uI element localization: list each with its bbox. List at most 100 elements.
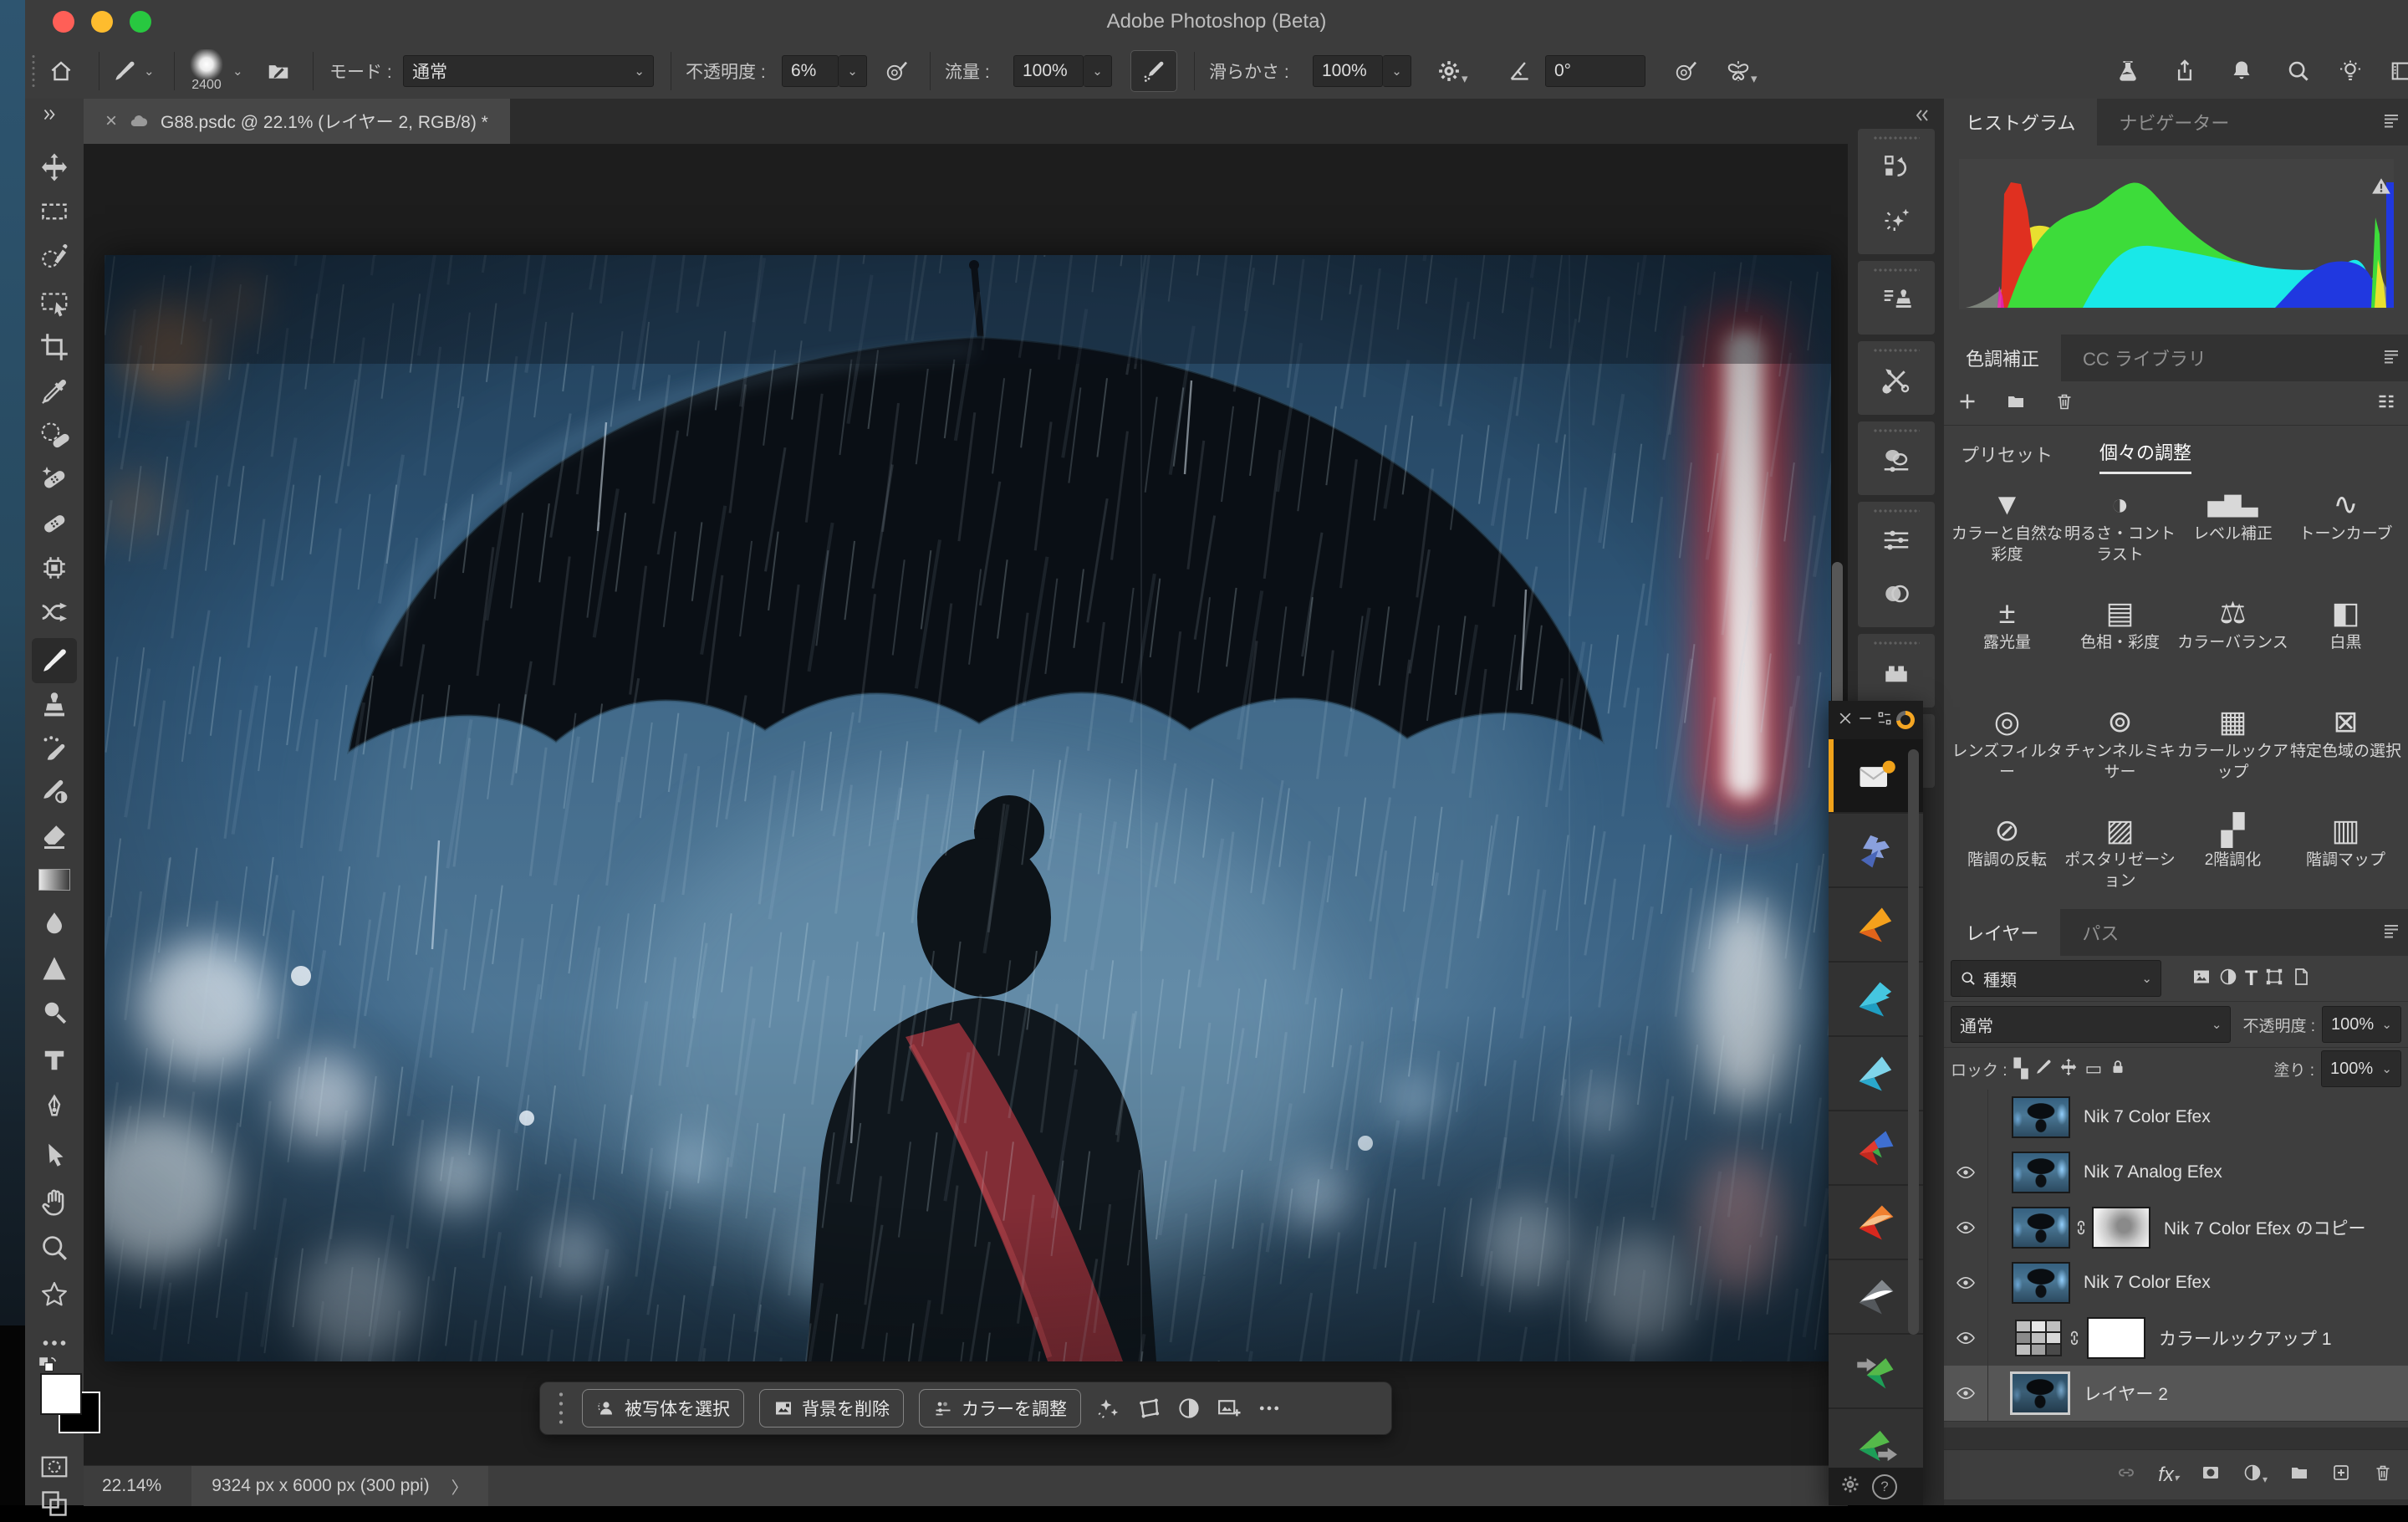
type-tool[interactable] [36, 1042, 73, 1079]
layer-thumbnail[interactable] [2012, 1207, 2070, 1249]
airbrush-toggle-button[interactable] [1130, 50, 1177, 92]
plugins-panel-icon[interactable] [1881, 646, 1911, 699]
layer-thumbnail[interactable] [2012, 1152, 2070, 1193]
tool-presets-panel-icon[interactable] [1881, 353, 1911, 406]
adj-threshold-button[interactable]: ▞2階調化 [2177, 810, 2288, 871]
blur-tool[interactable] [36, 906, 73, 942]
adj-hue-saturation-button[interactable]: ▤色相・彩度 [2064, 593, 2176, 654]
status-chevron-icon[interactable]: 〉 [452, 1474, 468, 1499]
document-canvas-image[interactable] [105, 255, 1831, 1361]
move-tool[interactable] [36, 149, 73, 186]
select-subject-button[interactable]: 被写体を選択 [582, 1389, 744, 1428]
nik-panel-scrollbar[interactable] [1908, 749, 1919, 1335]
layer-row-nik7-color-efex-copy[interactable]: Nik 7 Color Efex のコピー [1944, 1200, 2408, 1256]
filter-smart-object-icon[interactable] [2291, 967, 2311, 991]
add-adjustment-icon[interactable] [1957, 391, 1977, 416]
subtab-single-adjustments[interactable]: 個々の調整 [2099, 438, 2191, 474]
more-options-button[interactable] [1257, 1396, 1282, 1421]
quick-mask-button[interactable] [36, 1448, 73, 1485]
layer-blend-mode-select[interactable]: 通常⌄ [1951, 1006, 2231, 1043]
close-icon[interactable] [1837, 710, 1854, 731]
panel-menu-icon[interactable] [2381, 921, 2401, 945]
adj-posterize-button[interactable]: ▨ポスタリゼーション [2064, 810, 2176, 891]
add-image-button[interactable] [1217, 1396, 1242, 1421]
layer-row-nik7-color-efex-top[interactable]: Nik 7 Color Efex [1944, 1090, 2408, 1146]
layer-thumbnail[interactable] [2012, 1262, 2070, 1304]
generative-sparkles-button[interactable] [1096, 1396, 1121, 1421]
layer-name[interactable]: Nik 7 Color Efex のコピー [2164, 1215, 2366, 1240]
flow-input[interactable]: 100% [1013, 55, 1084, 87]
mask-link-icon[interactable] [2065, 1329, 2084, 1347]
pressure-opacity-button[interactable] [885, 43, 910, 99]
list-view-icon[interactable] [2376, 391, 2396, 416]
link-layers-icon[interactable] [2116, 1463, 2136, 1487]
remove-tool[interactable] [36, 416, 73, 453]
search-button[interactable] [2286, 43, 2311, 99]
lock-transparency-icon[interactable]: ▚ [2014, 1058, 2028, 1080]
brush-angle-input[interactable]: 0° [1545, 55, 1645, 87]
minimize-icon[interactable] [1857, 710, 1874, 731]
filter-image-layers-icon[interactable] [2191, 967, 2212, 991]
eyedropper-tool[interactable] [36, 373, 73, 410]
lock-position-icon[interactable] [2059, 1058, 2078, 1080]
layer-filter-select[interactable]: 種類 ⌄ [1951, 960, 2161, 997]
opacity-dropdown-button[interactable]: ⌄ [839, 55, 867, 87]
smoothing-dropdown-button[interactable]: ⌄ [1383, 55, 1411, 87]
new-adjustment-layer-icon[interactable]: ▾ [2242, 1463, 2268, 1487]
color-lookup-layer-icon[interactable] [2015, 1320, 2062, 1356]
new-layer-icon[interactable] [2331, 1463, 2351, 1487]
blend-mode-select[interactable]: 通常⌄ [403, 55, 654, 87]
toolbar-expand-icon[interactable] [40, 105, 59, 128]
lock-pixels-icon[interactable] [2034, 1058, 2053, 1080]
tab-cc-libraries[interactable]: CC ライブラリ [2061, 335, 2228, 381]
layer-styles-icon[interactable]: fx▾ [2158, 1463, 2179, 1487]
visibility-toggle-empty[interactable] [1944, 1090, 1988, 1145]
layer-mask-thumbnail[interactable] [2087, 1317, 2145, 1359]
tab-paths[interactable]: パス [2060, 909, 2140, 956]
flow-dropdown-button[interactable]: ⌄ [1084, 55, 1112, 87]
document-tab[interactable]: × G88.psdc @ 22.1% (レイヤー 2, RGB/8) * [84, 99, 510, 144]
adj-curves-button[interactable]: ∿トーンカーブ [2290, 484, 2401, 545]
layer-thumbnail[interactable] [2012, 1096, 2070, 1138]
eraser-tool[interactable] [36, 818, 73, 855]
adjustment-brush-tool[interactable] [36, 549, 73, 586]
new-group-folder-icon[interactable] [2006, 391, 2026, 416]
close-tab-icon[interactable]: × [105, 110, 117, 133]
adj-levels-button[interactable]: ▅▇▃レベル補正 [2177, 484, 2288, 545]
adj-selective-color-button[interactable]: ⊠特定色域の選択 [2290, 702, 2401, 763]
visibility-toggle[interactable] [1944, 1366, 1988, 1421]
adj-color-lookup-button[interactable]: ▦カラールックアップ [2177, 702, 2288, 783]
opacity-input[interactable]: 6% [782, 55, 839, 87]
delete-adjustment-icon[interactable] [2054, 391, 2074, 416]
layer-row-nik7-analog-efex[interactable]: Nik 7 Analog Efex [1944, 1145, 2408, 1201]
adj-exposure-button[interactable]: ±露光量 [1951, 593, 2063, 654]
adjust-color-button[interactable]: カラーを調整 [919, 1389, 1081, 1428]
smoothing-options-button[interactable]: ▾ [1436, 43, 1468, 99]
history-panel-icon[interactable] [1881, 140, 1911, 194]
adj-invert-button[interactable]: ⊘階調の反転 [1951, 810, 2063, 871]
remove-background-button[interactable]: 背景を削除 [759, 1389, 904, 1428]
adj-brightness-contrast-button[interactable]: ◑明るさ・コントラスト [2064, 484, 2176, 565]
layer-fill-input[interactable]: 100%⌄ [2321, 1050, 2401, 1087]
selection-brush-tool[interactable] [36, 237, 73, 274]
tab-layers[interactable]: レイヤー [1944, 909, 2060, 956]
path-selection-tool[interactable] [36, 1137, 73, 1174]
color-mixer-panel-icon[interactable] [1881, 433, 1911, 487]
brush-settings-picker[interactable]: 2400 ⌄ [189, 43, 243, 99]
brush-tool[interactable] [32, 638, 77, 683]
panel-menu-icon[interactable] [2381, 110, 2401, 135]
history-brush-tool[interactable] [36, 730, 73, 767]
clone-source-panel-icon[interactable] [1881, 273, 1911, 326]
adj-gradient-map-button[interactable]: ▥階調マップ [2290, 810, 2401, 871]
transform-button[interactable] [1136, 1396, 1161, 1421]
layer-row-color-lookup[interactable]: カラールックアップ 1 [1944, 1310, 2408, 1366]
tab-navigator[interactable]: ナビゲーター [2097, 99, 2251, 146]
properties-panel-icon[interactable] [1881, 513, 1911, 567]
lock-all-icon[interactable] [2109, 1058, 2127, 1080]
visibility-toggle[interactable] [1944, 1310, 1988, 1366]
pressure-size-button[interactable] [1674, 43, 1699, 99]
visibility-toggle[interactable] [1944, 1255, 1988, 1310]
ai-presets-panel-icon[interactable] [1881, 194, 1911, 248]
document-info[interactable]: 9324 px x 6000 px (300 ppi) 〉 [191, 1466, 487, 1506]
filter-type-layers-icon[interactable]: T [2245, 967, 2258, 991]
